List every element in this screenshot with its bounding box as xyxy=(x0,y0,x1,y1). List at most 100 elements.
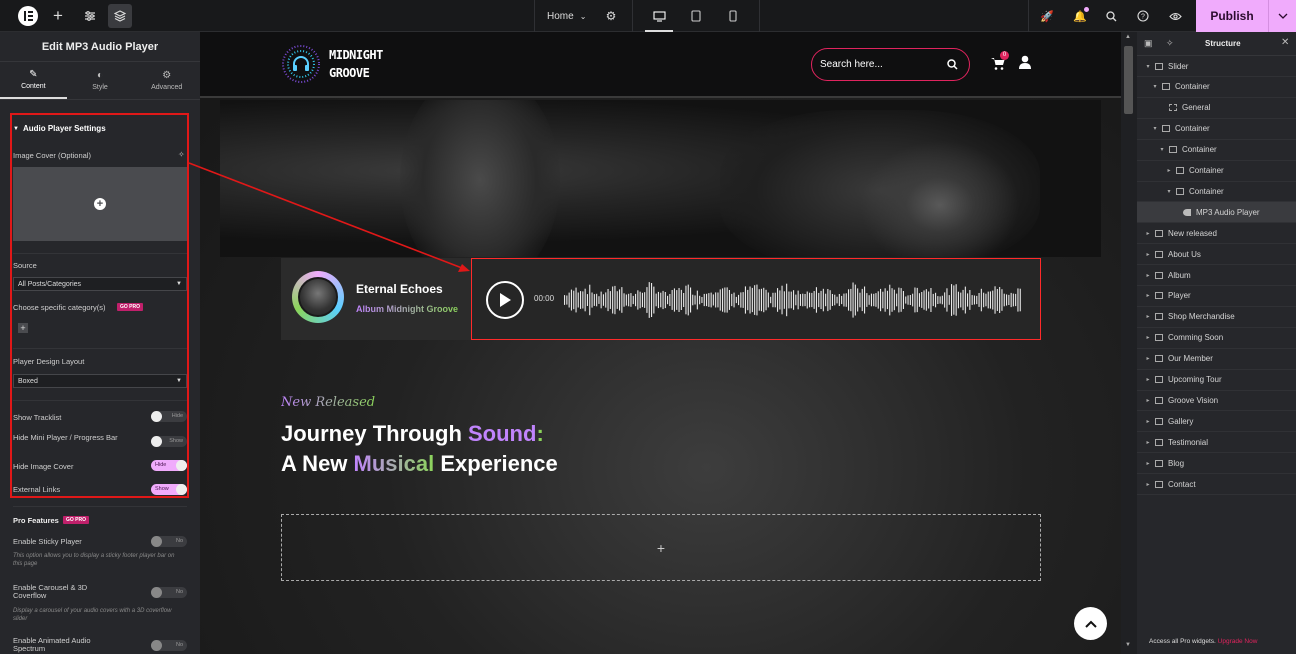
audio-waveform[interactable] xyxy=(564,279,1022,321)
page-settings-gear-icon[interactable]: ⚙ xyxy=(599,4,623,28)
structure-item[interactable]: ▸ Shop Merchandise xyxy=(1137,307,1296,328)
settings-sliders-icon[interactable] xyxy=(78,4,102,28)
structure-item[interactable]: ▸ Container xyxy=(1137,161,1296,182)
structure-item[interactable]: ▸ Gallery xyxy=(1137,411,1296,433)
search-icon[interactable] xyxy=(947,59,958,70)
caret-right-icon[interactable]: ▸ xyxy=(1144,334,1152,341)
caret-right-icon[interactable]: ▸ xyxy=(1144,355,1152,362)
tablet-view-icon[interactable] xyxy=(684,4,708,28)
structure-item[interactable]: ▾ Slider xyxy=(1137,56,1296,77)
caret-right-icon[interactable]: ▸ xyxy=(1144,230,1152,237)
caret-right-icon[interactable]: ▸ xyxy=(1144,313,1152,320)
waveform-bar xyxy=(760,288,762,312)
waveform-bar xyxy=(971,295,973,305)
caret-right-icon[interactable]: ▸ xyxy=(1144,251,1152,258)
structure-item[interactable]: MP3 Audio Player xyxy=(1137,202,1296,224)
page-canvas: MIDNIGHT GROOVE Search here... 0 Eternal… xyxy=(200,32,1121,654)
structure-item[interactable]: ▸ Testimonial xyxy=(1137,432,1296,454)
caret-right-icon[interactable]: ▸ xyxy=(1144,397,1152,404)
structure-item[interactable]: ▾ Container xyxy=(1137,119,1296,140)
waveform-bar xyxy=(825,293,827,307)
search-icon[interactable] xyxy=(1099,4,1123,28)
structure-layers-icon[interactable] xyxy=(108,4,132,28)
caret-down-icon[interactable]: ▾ xyxy=(1144,63,1152,70)
structure-item[interactable]: ▸ Our Member xyxy=(1137,349,1296,370)
structure-item[interactable]: ▸ Album xyxy=(1137,265,1296,286)
notification-dot xyxy=(1084,7,1089,12)
waveform-bar xyxy=(918,293,920,307)
upgrade-now-link[interactable]: Upgrade Now xyxy=(1218,638,1258,645)
structure-item[interactable]: ▾ Container xyxy=(1137,140,1296,161)
site-search-box[interactable]: Search here... xyxy=(811,48,970,81)
play-button[interactable] xyxy=(486,281,524,319)
toggle-carousel[interactable]: No xyxy=(151,587,187,598)
structure-item[interactable]: General xyxy=(1137,98,1296,119)
waveform-bar xyxy=(724,287,726,313)
structure-item[interactable]: ▸ Contact xyxy=(1137,474,1296,495)
tab-content[interactable]: ✎ Content xyxy=(0,62,67,99)
caret-right-icon[interactable]: ▸ xyxy=(1144,272,1152,279)
site-logo[interactable]: MIDNIGHT GROOVE xyxy=(281,44,383,84)
waveform-bar xyxy=(690,287,692,313)
waveform-bar xyxy=(609,291,611,309)
publish-options-chevron-icon[interactable] xyxy=(1268,0,1296,32)
waveform-bar xyxy=(680,289,682,310)
structure-item[interactable]: ▸ Player xyxy=(1137,286,1296,307)
waveform-bar xyxy=(639,291,641,309)
toggle-spectrum[interactable]: No xyxy=(151,640,187,651)
caret-right-icon[interactable]: ▸ xyxy=(1165,167,1173,174)
caret-right-icon[interactable]: ▸ xyxy=(1144,418,1152,425)
structure-item[interactable]: ▸ Groove Vision xyxy=(1137,390,1296,412)
user-account-icon[interactable] xyxy=(1019,55,1031,74)
publish-button[interactable]: Publish xyxy=(1196,0,1268,32)
structure-item[interactable]: ▾ Container xyxy=(1137,181,1296,203)
caret-down-icon[interactable]: ▾ xyxy=(1158,146,1166,153)
page-selector[interactable]: Home ⌄ xyxy=(547,0,586,32)
waveform-bar xyxy=(996,289,998,311)
canvas-scrollbar[interactable]: ▲ ▼ xyxy=(1121,32,1137,654)
caret-right-icon[interactable]: ▸ xyxy=(1144,376,1152,383)
waveform-bar xyxy=(815,287,817,313)
structure-item[interactable]: ▸ New released xyxy=(1137,223,1296,245)
scroll-up-arrow[interactable]: ▲ xyxy=(1125,34,1131,40)
structure-item[interactable]: ▸ Blog xyxy=(1137,453,1296,475)
structure-item[interactable]: ▸ Comming Soon xyxy=(1137,328,1296,349)
caret-right-icon[interactable]: ▸ xyxy=(1144,460,1152,467)
add-section-dropzone[interactable]: + xyxy=(281,514,1041,581)
structure-layout-icon[interactable]: ▣ xyxy=(1144,38,1153,49)
scrollbar-thumb[interactable] xyxy=(1124,46,1133,114)
site-header: MIDNIGHT GROOVE Search here... 0 xyxy=(200,32,1121,98)
track-album[interactable]: Album Midnight Groove xyxy=(356,304,458,314)
help-icon[interactable]: ? xyxy=(1131,4,1155,28)
caret-down-icon[interactable]: ▾ xyxy=(1165,188,1173,195)
scroll-down-arrow[interactable]: ▼ xyxy=(1125,642,1131,648)
ai-sparkle-icon[interactable]: ✧ xyxy=(1166,38,1174,49)
close-icon[interactable]: ✕ xyxy=(1281,37,1289,48)
structure-item[interactable]: ▾ Container xyxy=(1137,77,1296,98)
waveform-bar xyxy=(946,288,948,312)
caret-down-icon[interactable]: ▾ xyxy=(1151,125,1159,132)
structure-item[interactable]: ▸ Upcoming Tour xyxy=(1137,370,1296,391)
structure-item-label: Contact xyxy=(1168,479,1196,489)
caret-down-icon[interactable]: ▾ xyxy=(1151,83,1159,90)
add-element-icon[interactable]: + xyxy=(46,4,70,28)
scroll-to-top-button[interactable] xyxy=(1074,607,1107,640)
caret-right-icon[interactable]: ▸ xyxy=(1144,439,1152,446)
waveform-bar xyxy=(614,285,616,315)
toggle-sticky-player[interactable]: No xyxy=(151,536,187,547)
waveform-bar xyxy=(616,291,618,309)
go-pro-badge[interactable]: GO PRO xyxy=(63,516,90,524)
waveform-bar xyxy=(747,289,749,311)
caret-right-icon[interactable]: ▸ xyxy=(1144,292,1152,299)
rocket-icon[interactable]: 🚀 xyxy=(1035,4,1059,28)
caret-right-icon[interactable]: ▸ xyxy=(1144,481,1152,488)
waveform-bar xyxy=(962,289,964,311)
structure-item[interactable]: ▸ About Us xyxy=(1137,244,1296,266)
tab-style[interactable]: ◐ Style xyxy=(67,62,134,99)
desktop-view-icon[interactable] xyxy=(647,4,671,28)
tab-advanced[interactable]: ⚙ Advanced xyxy=(133,62,200,99)
album-cover[interactable] xyxy=(292,271,344,323)
elementor-logo-icon[interactable] xyxy=(16,4,40,28)
preview-eye-icon[interactable] xyxy=(1163,4,1187,28)
mobile-view-icon[interactable] xyxy=(721,4,745,28)
